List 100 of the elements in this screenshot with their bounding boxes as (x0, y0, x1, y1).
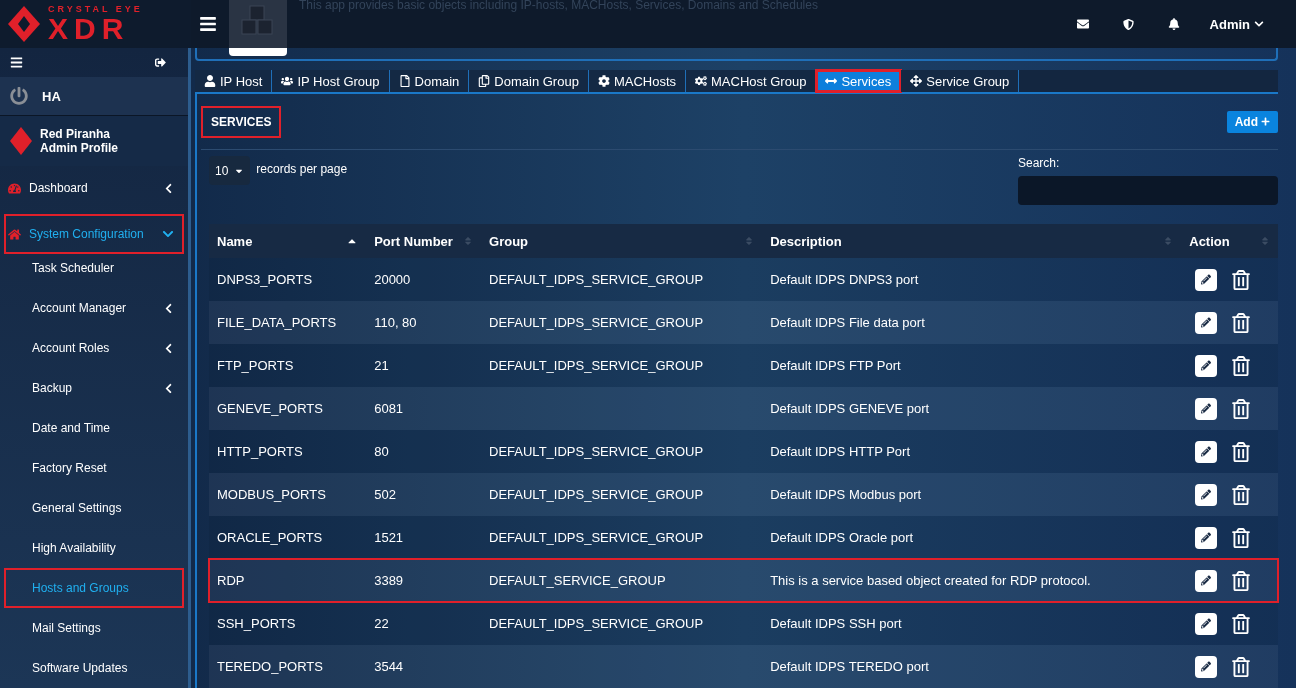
table-cell: Default IDPS FTP Port (770, 358, 901, 373)
table-cell: 20000 (374, 272, 411, 287)
horizontal-arrow-icon (825, 75, 838, 87)
sidebar-item[interactable]: Hosts and Groups (4, 568, 184, 608)
sidebar-item[interactable]: Account Roles (4, 328, 184, 368)
tab[interactable]: IP Host Group (272, 70, 390, 92)
column-header[interactable]: Port Number (366, 224, 482, 258)
user-menu[interactable]: Admin (1203, 15, 1270, 33)
profile-name: Red Piranha (40, 127, 112, 142)
file-icon (398, 75, 411, 87)
table-cell: FILE_DATA_PORTS (217, 315, 337, 330)
tab[interactable]: Services (816, 70, 902, 92)
delete-button[interactable] (1231, 355, 1252, 376)
tab[interactable]: MACHost Group (686, 70, 817, 92)
table-cell: 80 (374, 444, 389, 459)
table-cell: DEFAULT_IDPS_SERVICE_GROUP (489, 616, 704, 631)
brand-name: XDR (48, 14, 131, 44)
sidebar-item[interactable]: General Settings (4, 488, 184, 528)
sidebar-item[interactable]: Account Manager (4, 288, 184, 328)
tab[interactable]: Service Group (901, 70, 1020, 92)
page-size-select[interactable]: 10 (209, 156, 251, 185)
edit-button[interactable] (1195, 612, 1218, 635)
edit-button[interactable] (1195, 397, 1218, 420)
pencil-icon (1201, 618, 1212, 629)
edit-button[interactable] (1195, 268, 1218, 291)
bell-icon[interactable] (1167, 18, 1180, 30)
trash-icon (1231, 613, 1252, 634)
trash-icon (1231, 656, 1252, 677)
brand-tagline: CRYSTAL EYE (48, 4, 143, 14)
table-cell: DEFAULT_IDPS_SERVICE_GROUP (489, 315, 704, 330)
delete-button[interactable] (1231, 269, 1252, 290)
sidebar-item[interactable]: Software Updates (4, 648, 184, 688)
profile-role: Admin Profile (40, 141, 118, 156)
table-cell: GENEVE_PORTS (217, 401, 323, 416)
logo-icon (6, 4, 42, 44)
logout-icon[interactable] (155, 57, 166, 68)
search-field[interactable] (1018, 176, 1278, 205)
table-cell: DEFAULT_IDPS_SERVICE_GROUP (489, 272, 704, 287)
user-icon (204, 75, 216, 87)
pencil-icon (1201, 317, 1212, 328)
shield-icon[interactable] (1122, 18, 1134, 30)
tab[interactable]: Domain (389, 70, 470, 92)
pencil-icon (1201, 360, 1212, 371)
column-header[interactable]: Name (209, 224, 367, 258)
mail-icon[interactable] (1076, 18, 1089, 30)
column-header[interactable]: Group (481, 224, 763, 258)
tab[interactable]: Domain Group (469, 70, 589, 92)
table-cell: Default IDPS DNPS3 port (770, 272, 919, 287)
sidebar-item[interactable]: Mail Settings (4, 608, 184, 648)
table-cell: Default IDPS File data port (770, 315, 925, 330)
sidebar-item[interactable]: Backup (4, 368, 184, 408)
delete-button[interactable] (1231, 484, 1252, 505)
chevron-down-icon (1254, 19, 1264, 29)
table-cell: 110, 80 (374, 315, 417, 330)
tab[interactable]: IP Host (195, 70, 273, 92)
edit-button[interactable] (1195, 354, 1218, 377)
delete-button[interactable] (1231, 398, 1252, 419)
menu-icon[interactable] (10, 56, 23, 69)
column-header[interactable]: Action (1181, 224, 1278, 258)
trash-icon (1231, 441, 1252, 462)
trash-icon (1231, 355, 1252, 376)
pencil-icon (1201, 446, 1212, 457)
delete-button[interactable] (1231, 312, 1252, 333)
app-icon (229, 0, 287, 56)
sidebar-item[interactable]: High Availability (4, 528, 184, 568)
tab[interactable]: MACHosts (588, 70, 686, 92)
delete-button[interactable] (1231, 441, 1252, 462)
table-cell: DEFAULT_IDPS_SERVICE_GROUP (489, 358, 704, 373)
pencil-icon (1201, 532, 1212, 543)
delete-button[interactable] (1231, 527, 1252, 548)
table-cell: 1521 (374, 530, 404, 545)
edit-button[interactable] (1195, 655, 1218, 678)
menu-icon[interactable] (199, 15, 217, 33)
table-cell: SSH_PORTS (217, 616, 296, 631)
edit-button[interactable] (1195, 526, 1218, 549)
delete-button[interactable] (1231, 570, 1252, 591)
edit-button[interactable] (1195, 483, 1218, 506)
delete-button[interactable] (1231, 613, 1252, 634)
page-size-label: records per page (256, 162, 348, 176)
table-cell: 22 (374, 616, 389, 631)
table-cell: Default IDPS HTTP Port (770, 444, 911, 459)
table-cell: This is a service based object created for RDP protocol. (770, 573, 1091, 588)
delete-button[interactable] (1231, 656, 1252, 677)
pencil-icon (1201, 661, 1212, 672)
add-button[interactable]: Add (1226, 110, 1278, 133)
table-cell: 3389 (374, 573, 404, 588)
sidebar-item[interactable]: Factory Reset (4, 448, 184, 488)
sidebar-item[interactable]: Dashboard (4, 168, 184, 208)
table-cell: 6081 (374, 401, 404, 416)
copy-icon (478, 75, 491, 87)
edit-button[interactable] (1195, 311, 1218, 334)
edit-button[interactable] (1195, 569, 1218, 592)
trash-icon (1231, 484, 1252, 505)
plus-icon (1261, 117, 1270, 126)
table-cell: Default IDPS SSH port (770, 616, 902, 631)
sidebar-item[interactable]: Date and Time (4, 408, 184, 448)
column-header[interactable]: Description (762, 224, 1182, 258)
edit-button[interactable] (1195, 440, 1218, 463)
gauge-icon (8, 181, 21, 195)
pencil-icon (1201, 575, 1212, 586)
